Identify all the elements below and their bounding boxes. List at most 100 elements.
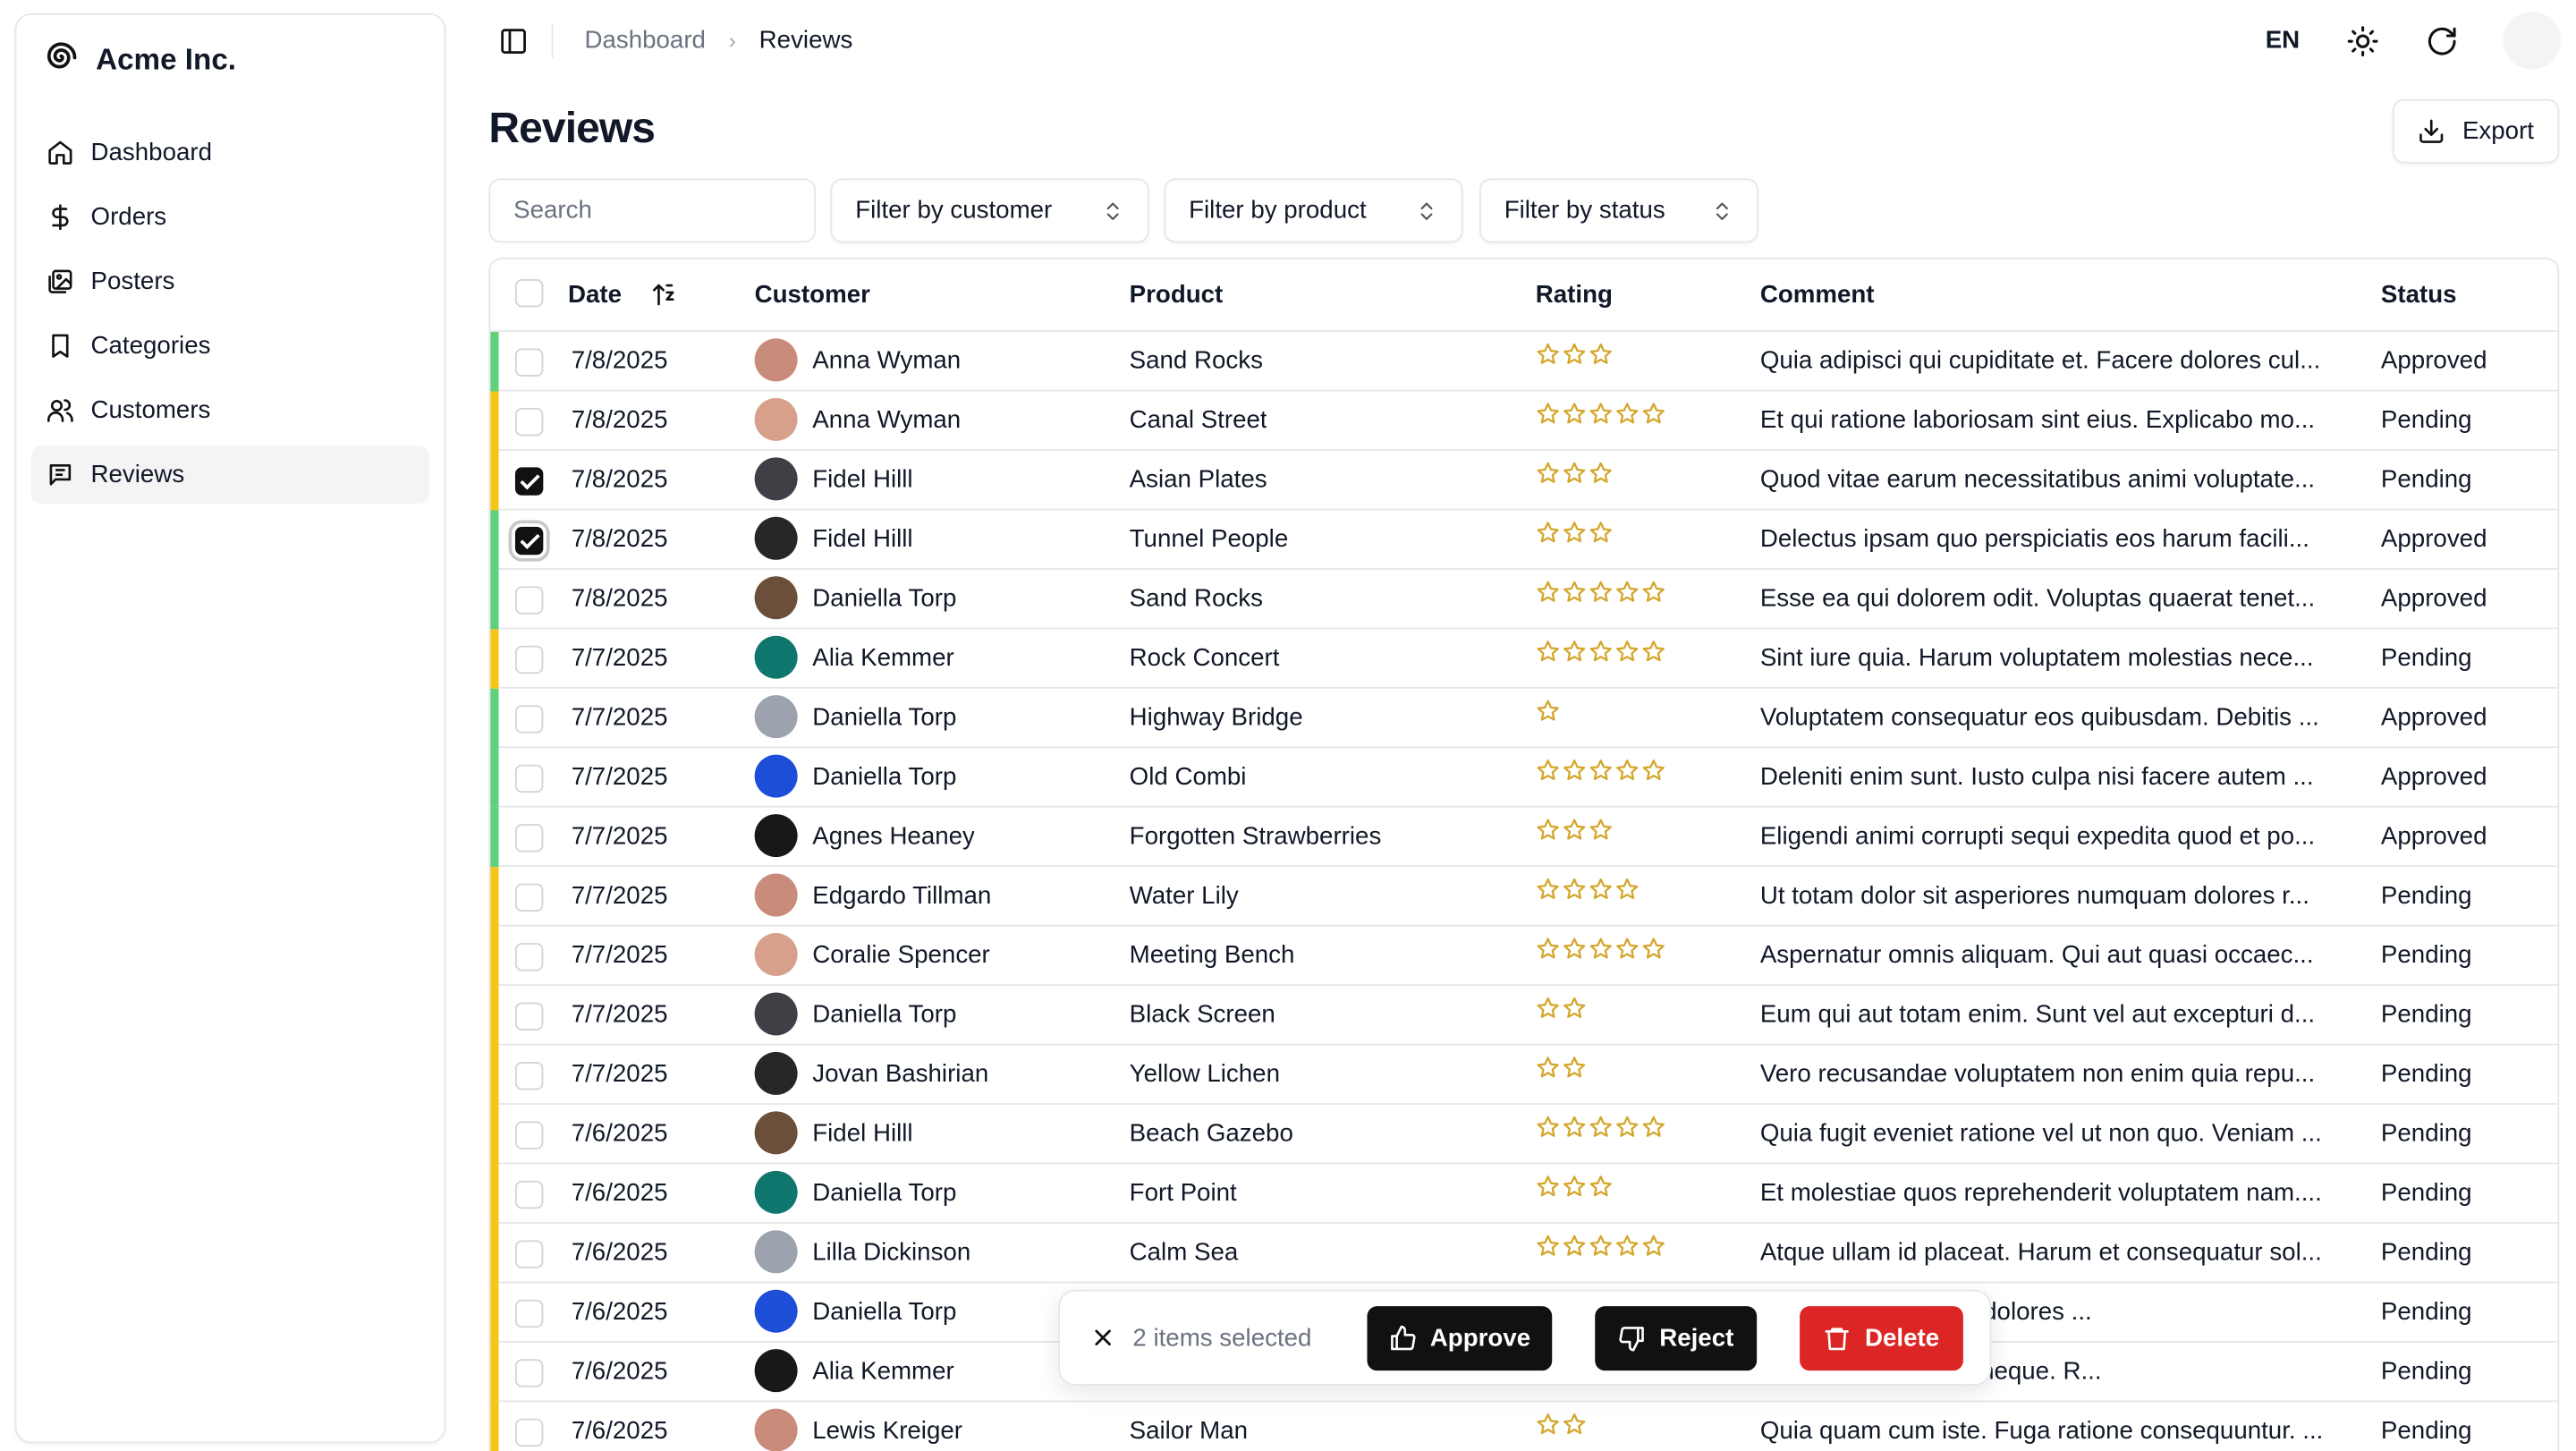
row-checkbox[interactable] [514, 348, 544, 377]
row-checkbox[interactable] [514, 1418, 544, 1447]
language-switcher[interactable]: EN [2266, 27, 2300, 55]
row-checkbox[interactable] [514, 407, 544, 437]
product-cell[interactable]: Forgotten Strawberries [1130, 822, 1382, 850]
table-row[interactable]: 7/6/2025 Daniella Torp Fort Point Et molest… [490, 1164, 2558, 1224]
select-all-checkbox[interactable] [514, 278, 544, 308]
customer-cell[interactable]: Fidel Hilll [812, 1120, 912, 1148]
row-checkbox[interactable] [514, 824, 544, 853]
table-row[interactable]: 7/6/2025 Lewis Kreiger Sailor Man Quia quam… [490, 1402, 2557, 1451]
table-row[interactable]: 7/7/2025 Daniella Torp Black Screen Eum qui… [490, 986, 2558, 1046]
product-cell[interactable]: Highway Bridge [1130, 703, 1303, 731]
brand[interactable]: Acme Inc. [43, 38, 236, 82]
product-cell[interactable]: Sailor Man [1130, 1417, 1248, 1445]
customer-cell[interactable]: Jovan Bashirian [812, 1060, 988, 1088]
table-row[interactable]: 7/6/2025 Lilla Dickinson Calm Sea Atque ull… [490, 1223, 2558, 1284]
customer-cell[interactable]: Lewis Kreiger [812, 1417, 962, 1445]
status-stripe [490, 1104, 499, 1165]
export-button[interactable]: Export [2392, 98, 2560, 164]
table-row[interactable]: 7/7/2025 Edgardo Tillman Water Lily Ut tota… [490, 867, 2558, 927]
table-row[interactable]: 7/7/2025 Jovan Bashirian Yellow Lichen Vero… [490, 1045, 2558, 1105]
customer-cell[interactable]: Edgardo Tillman [812, 882, 991, 910]
status-stripe [490, 629, 499, 689]
theme-toggle-icon[interactable] [2346, 25, 2379, 58]
table-row[interactable]: 7/7/2025 Daniella Torp Old Combi Deleniti e… [490, 748, 2558, 808]
customer-cell[interactable]: Anna Wyman [812, 406, 961, 434]
customer-cell[interactable]: Daniella Torp [812, 584, 956, 612]
sidebar-item-reviews[interactable]: Reviews [31, 445, 429, 505]
customer-cell[interactable]: Daniella Torp [812, 703, 956, 731]
customer-cell[interactable]: Fidel Hilll [812, 466, 912, 494]
table-row[interactable]: 7/7/2025 Agnes Heaney Forgotten Strawberri… [490, 807, 2558, 868]
product-cell[interactable]: Sand Rocks [1130, 584, 1263, 612]
customer-cell[interactable]: Lilla Dickinson [812, 1239, 970, 1267]
row-checkbox[interactable] [514, 1121, 544, 1150]
row-checkbox[interactable] [514, 1359, 544, 1387]
row-checkbox[interactable] [514, 883, 544, 912]
product-cell[interactable]: Water Lily [1130, 882, 1239, 910]
row-checkbox[interactable] [514, 1240, 544, 1269]
row-checkbox[interactable] [514, 1061, 544, 1090]
sidebar-item-customers[interactable]: Customers [31, 381, 429, 439]
customer-cell[interactable]: Daniella Torp [812, 1001, 956, 1029]
refresh-icon[interactable] [2426, 25, 2459, 58]
product-cell[interactable]: Sand Rocks [1130, 347, 1263, 375]
table-row[interactable]: 7/8/2025 Fidel Hilll Asian Plates Quod vita… [490, 450, 2558, 511]
product-cell[interactable]: Yellow Lichen [1130, 1060, 1280, 1088]
delete-button[interactable]: Delete [1800, 1306, 1963, 1371]
customer-cell[interactable]: Alia Kemmer [812, 1357, 953, 1385]
table-row[interactable]: 7/8/2025 Fidel Hilll Tunnel People Delectus… [490, 510, 2558, 570]
sort-ascending-icon[interactable] [650, 281, 678, 316]
filter-customer-select[interactable]: Filter by customer [830, 178, 1149, 243]
table-row[interactable]: 7/8/2025 Anna Wyman Canal Street Et qui rat… [490, 391, 2558, 451]
table-row[interactable]: 7/8/2025 Anna Wyman Sand Rocks Quia adipisc… [490, 332, 2558, 392]
row-checkbox[interactable] [514, 586, 544, 615]
row-checkbox[interactable] [514, 526, 544, 556]
row-checkbox[interactable] [514, 764, 544, 793]
sidebar-toggle-icon[interactable] [498, 27, 528, 64]
customer-cell[interactable]: Agnes Heaney [812, 822, 975, 850]
customer-cell[interactable]: Daniella Torp [812, 1179, 956, 1207]
filter-product-select[interactable]: Filter by product [1164, 178, 1463, 243]
product-cell[interactable]: Meeting Bench [1130, 941, 1295, 969]
column-header-date[interactable]: Date [568, 281, 622, 309]
row-checkbox[interactable] [514, 1002, 544, 1031]
row-checkbox[interactable] [514, 1180, 544, 1209]
customer-cell[interactable]: Coralie Spencer [812, 941, 990, 969]
table-row[interactable]: 7/8/2025 Daniella Torp Sand Rocks Esse ea q… [490, 569, 2558, 630]
search-input[interactable] [488, 178, 816, 243]
row-checkbox[interactable] [514, 1299, 544, 1328]
table-row[interactable]: 7/7/2025 Daniella Torp Highway Bridge Volup… [490, 688, 2558, 749]
product-cell[interactable]: Canal Street [1130, 406, 1267, 434]
customer-cell[interactable]: Alia Kemmer [812, 644, 953, 672]
breadcrumb-dashboard[interactable]: Dashboard [584, 27, 705, 55]
table-row[interactable]: 7/6/2025 Fidel Hilll Beach Gazebo Quia fugi… [490, 1104, 2558, 1165]
table-row[interactable]: 7/7/2025 Alia Kemmer Rock Concert Sint iure… [490, 629, 2558, 689]
customer-cell[interactable]: Anna Wyman [812, 347, 961, 375]
reject-button[interactable]: Reject [1595, 1306, 1758, 1371]
customer-cell[interactable]: Fidel Hilll [812, 525, 912, 553]
sidebar-item-posters[interactable]: Posters [31, 252, 429, 310]
table-row[interactable]: 7/7/2025 Coralie Spencer Meeting Bench Aspe… [490, 926, 2558, 987]
product-cell[interactable]: Calm Sea [1130, 1239, 1239, 1267]
product-cell[interactable]: Asian Plates [1130, 466, 1267, 494]
sidebar-item-categories[interactable]: Categories [31, 317, 429, 375]
product-cell[interactable]: Black Screen [1130, 1001, 1275, 1029]
sidebar-item-dashboard[interactable]: Dashboard [31, 123, 429, 182]
product-cell[interactable]: Beach Gazebo [1130, 1120, 1293, 1148]
customer-cell[interactable]: Daniella Torp [812, 763, 956, 791]
user-avatar[interactable] [2503, 11, 2562, 70]
star-icon [1536, 342, 1561, 367]
row-checkbox[interactable] [514, 705, 544, 734]
product-cell[interactable]: Rock Concert [1130, 644, 1280, 672]
filter-status-select[interactable]: Filter by status [1479, 178, 1758, 243]
row-checkbox[interactable] [514, 467, 544, 496]
product-cell[interactable]: Fort Point [1130, 1179, 1237, 1207]
row-checkbox[interactable] [514, 943, 544, 972]
product-cell[interactable]: Old Combi [1130, 763, 1247, 791]
close-icon[interactable] [1089, 1324, 1116, 1359]
customer-cell[interactable]: Daniella Torp [812, 1298, 956, 1326]
row-checkbox[interactable] [514, 645, 544, 675]
sidebar-item-orders[interactable]: Orders [31, 188, 429, 246]
approve-button[interactable]: Approve [1367, 1306, 1553, 1371]
product-cell[interactable]: Tunnel People [1130, 525, 1289, 553]
